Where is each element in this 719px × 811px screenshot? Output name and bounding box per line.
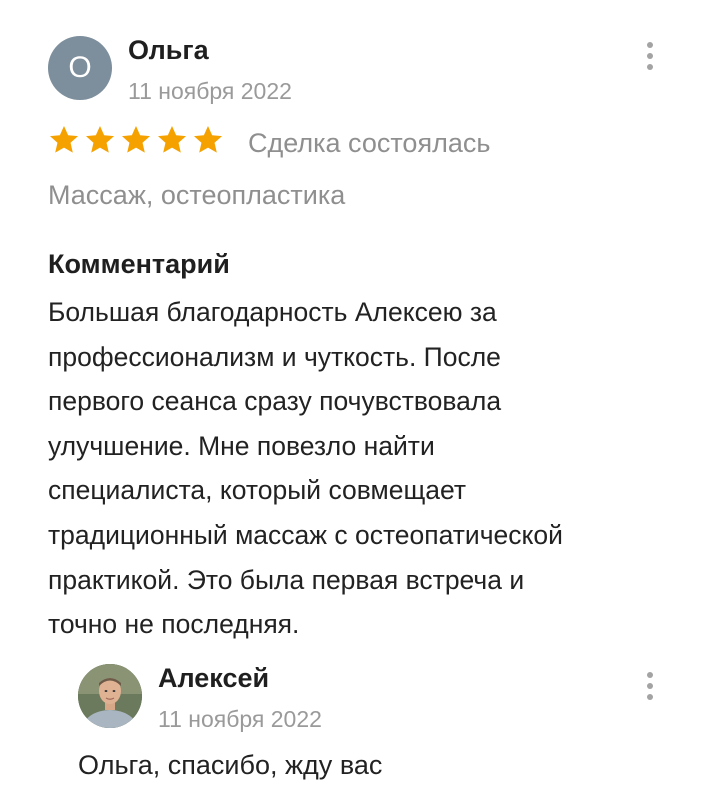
star-icon [48,124,80,156]
reply-text: Ольга, спасибо, жду вас [78,750,383,780]
star-icon [120,124,152,156]
review-card: О Ольга 11 ноября 2022 Сделка состоялась… [0,0,719,811]
reply-avatar[interactable] [78,664,142,728]
deal-status: Сделка состоялась [248,128,491,158]
comment-line: традиционный массаж с остеопатической [48,519,563,550]
comment-line: Большая благодарность Алексею за [48,297,497,327]
review-date: 11 ноября 2022 [128,78,292,104]
comment-line: точно не последняя. [48,609,300,640]
comment-heading: Комментарий [48,249,230,279]
more-vertical-icon[interactable] [638,36,662,76]
star-icon [156,124,188,156]
service-name: Массаж, остеопластика [48,180,346,210]
avatar[interactable]: О [48,36,112,100]
comment-line: первого сеанса сразу почувствовала [48,386,502,417]
comment-line: улучшение. Мне повезло найти [48,430,435,461]
reply-date: 11 ноября 2022 [158,706,322,732]
star-icon [192,124,224,156]
star-icon [84,124,116,156]
comment-line: профессионализм и чуткость. После [48,341,501,372]
star-rating [48,124,224,156]
comment-line: специалиста, который совмещает [48,475,467,506]
author-name[interactable]: Ольга [128,35,209,66]
reply-author-name[interactable]: Алексей [158,663,269,694]
comment-line: практикой. Это была первая встреча и [48,564,525,595]
comment-text: Большая благодарность Алексею за професс… [48,290,688,647]
more-vertical-icon[interactable] [638,666,662,706]
